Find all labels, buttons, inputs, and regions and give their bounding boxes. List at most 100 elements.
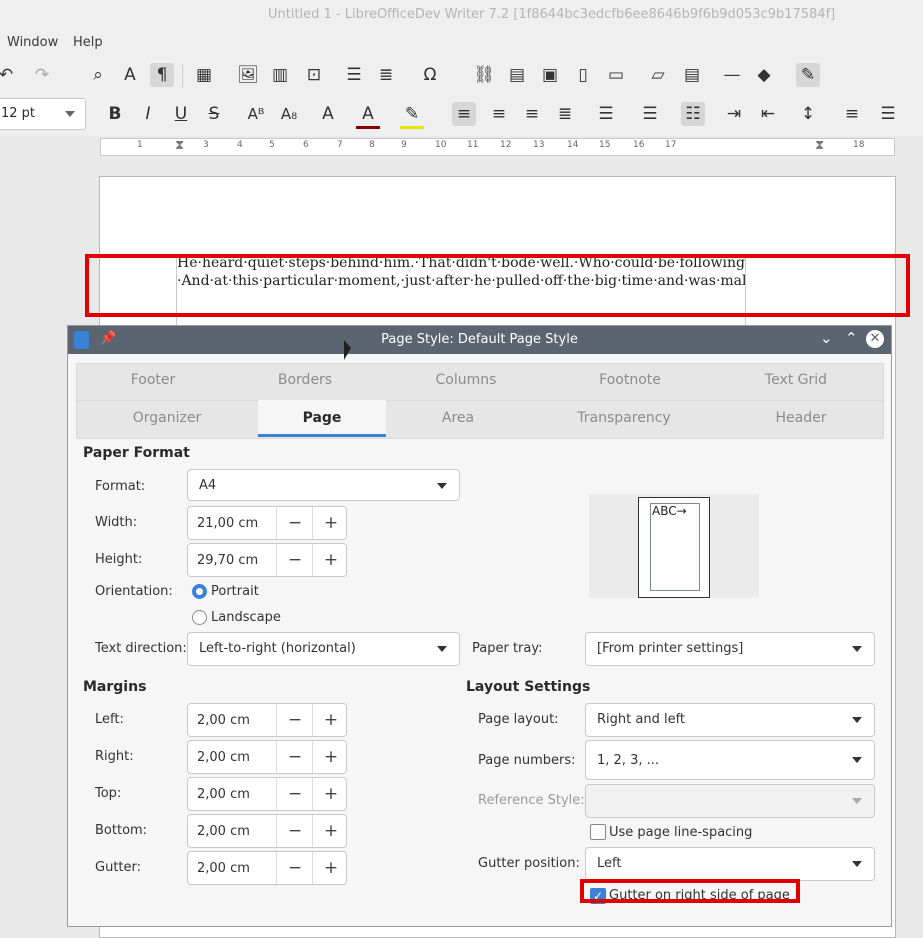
minus-icon[interactable]: − [276,741,313,773]
superscript-icon[interactable]: Aᴮ [244,102,268,126]
align-left-icon[interactable]: ≡ [452,102,476,126]
gutter-spinbox[interactable]: 2,00 cm − + [187,851,347,885]
font-size-box[interactable]: 12 pt [0,98,86,130]
width-spinbox[interactable]: 21,00 cm − + [187,506,347,540]
minus-icon[interactable]: − [276,544,313,576]
insert-table-icon[interactable]: ▦ [192,63,216,87]
bottom-margin-spinbox[interactable]: 2,00 cm − + [187,814,347,848]
font-color-icon[interactable]: A [356,102,380,129]
tab-text-grid[interactable]: Text Grid [751,372,841,388]
tab-area[interactable]: Area [413,410,503,426]
plus-icon[interactable]: + [312,507,349,539]
hyperlink-icon[interactable]: ⛓ [472,63,496,87]
landscape-radio[interactable] [192,610,207,625]
special-character-icon[interactable]: Ω [418,63,442,87]
clear-formatting-icon[interactable]: A [316,102,340,126]
reference-style-dropdown[interactable] [585,784,875,818]
portrait-radio[interactable] [192,584,207,599]
align-right-icon[interactable]: ≡ [520,102,544,126]
plus-icon[interactable]: + [312,778,349,810]
maximize-icon[interactable]: ⌃ [845,329,858,347]
left-margin-spinbox[interactable]: 2,00 cm − + [187,703,347,737]
page-layout-dropdown[interactable]: Right and left [585,703,875,737]
tab-columns[interactable]: Columns [421,372,511,388]
plus-icon[interactable]: + [312,544,349,576]
plus-icon[interactable]: + [312,852,349,884]
indent-icon[interactable]: ☰ [876,102,900,126]
insert-textbox-icon[interactable]: ⊡ [302,63,326,87]
text-direction-dropdown[interactable]: Left-to-right (horizontal) [187,632,460,666]
align-center-icon[interactable]: ≡ [487,102,511,126]
show-draw-functions-icon[interactable]: ✎ [796,63,820,87]
standard-toolbar: ↶ ↷ ⌕ A ¶ ▦ 🖼 ▥ ⊡ ☰ ≣ Ω ⛓ ▤ ▣ ▯ ▭ ▱ ▤ — … [0,56,923,94]
menu-window[interactable]: Window [7,35,58,50]
tab-footer[interactable]: Footer [108,372,198,388]
cross-reference-icon[interactable]: ▣ [538,63,562,87]
paragraph-spacing-icon[interactable]: ≡ [840,102,864,126]
line-spacing-icon[interactable]: ↕ [796,102,820,126]
find-replace-icon[interactable]: ⌕ [86,63,110,87]
gutter-position-dropdown[interactable]: Left [585,847,875,881]
highlight-color-icon[interactable]: ✎ [400,102,424,129]
formatting-toolbar: 12 pt B I U S Aᴮ A₈ A A ✎ ≡ ≡ ≡ ≣ ☰ ☰ ☷ … [0,94,923,136]
underline-icon[interactable]: U [169,102,193,126]
paper-tray-dropdown[interactable]: [From printer settings] [585,632,875,666]
page-numbers-dropdown[interactable]: 1, 2, 3, ... [585,740,875,780]
insert-line-icon[interactable]: — [720,63,744,87]
insert-chart-icon[interactable]: ▥ [268,63,292,87]
page-break-icon[interactable]: ☰ [342,63,366,87]
decrease-indent-icon[interactable]: ⇤ [756,102,780,126]
minus-icon[interactable]: − [276,704,313,736]
use-line-spacing-checkbox[interactable] [590,824,606,840]
headers-icon[interactable]: ▤ [680,63,704,87]
formatting-marks-icon[interactable]: ¶ [150,63,174,87]
chevron-down-icon[interactable] [65,111,75,117]
tab-organizer[interactable]: Organizer [122,410,212,426]
bookmark-icon[interactable]: ▯ [571,63,595,87]
minimize-icon[interactable]: ⌄ [820,329,833,347]
format-dropdown[interactable]: A4 [187,469,460,501]
tab-borders[interactable]: Borders [260,372,350,388]
unordered-list-icon[interactable]: ☰ [594,102,618,126]
strikethrough-icon[interactable]: S [202,102,226,126]
redo-icon[interactable]: ↷ [30,63,54,87]
right-indent-marker-icon[interactable]: ⧗ [815,138,824,153]
menu-help[interactable]: Help [73,35,103,50]
spelling-icon[interactable]: A [118,63,142,87]
italic-icon[interactable]: I [136,102,160,126]
plus-icon[interactable]: + [312,741,349,773]
minus-icon[interactable]: − [276,852,313,884]
page-preview: ABC→ [589,494,759,598]
minus-icon[interactable]: − [276,815,313,847]
increase-indent-icon[interactable]: ⇥ [722,102,746,126]
right-margin-spinbox[interactable]: 2,00 cm − + [187,740,347,774]
insert-field-icon[interactable]: ≣ [374,63,398,87]
plus-icon[interactable]: + [312,704,349,736]
minus-icon[interactable]: − [276,507,313,539]
top-margin-spinbox[interactable]: 2,00 cm − + [187,777,347,811]
tab-page[interactable]: Page [277,410,367,426]
tab-header[interactable]: Header [756,410,846,426]
undo-icon[interactable]: ↶ [0,63,18,87]
paper-tray-value: [From printer settings] [597,641,744,656]
height-spinbox[interactable]: 29,70 cm − + [187,543,347,577]
track-changes-icon[interactable]: ▱ [646,63,670,87]
subscript-icon[interactable]: A₈ [277,102,301,126]
horizontal-ruler[interactable]: 1 3 4 5 6 7 8 9 10 11 12 13 14 15 16 17 … [100,138,895,156]
plus-icon[interactable]: + [312,815,349,847]
justify-icon[interactable]: ≣ [553,102,577,126]
text-direction-label: Text direction: [95,641,187,656]
tab-transparency[interactable]: Transparency [569,410,679,426]
tab-footnote[interactable]: Footnote [585,372,675,388]
bold-icon[interactable]: B [103,102,127,126]
footnote-icon[interactable]: ▤ [505,63,529,87]
comment-icon[interactable]: ▭ [604,63,628,87]
close-icon[interactable]: ✕ [866,330,884,348]
minus-icon[interactable]: − [276,778,313,810]
basic-shapes-icon[interactable]: ◆ [752,63,776,87]
insert-image-icon[interactable]: 🖼 [236,63,260,87]
outline-list-icon[interactable]: ☷ [681,102,705,126]
indent-marker-icon[interactable]: ⧗ [175,138,184,153]
ordered-list-icon[interactable]: ☰ [638,102,662,126]
dialog-title: Page Style: Default Page Style [381,332,578,347]
